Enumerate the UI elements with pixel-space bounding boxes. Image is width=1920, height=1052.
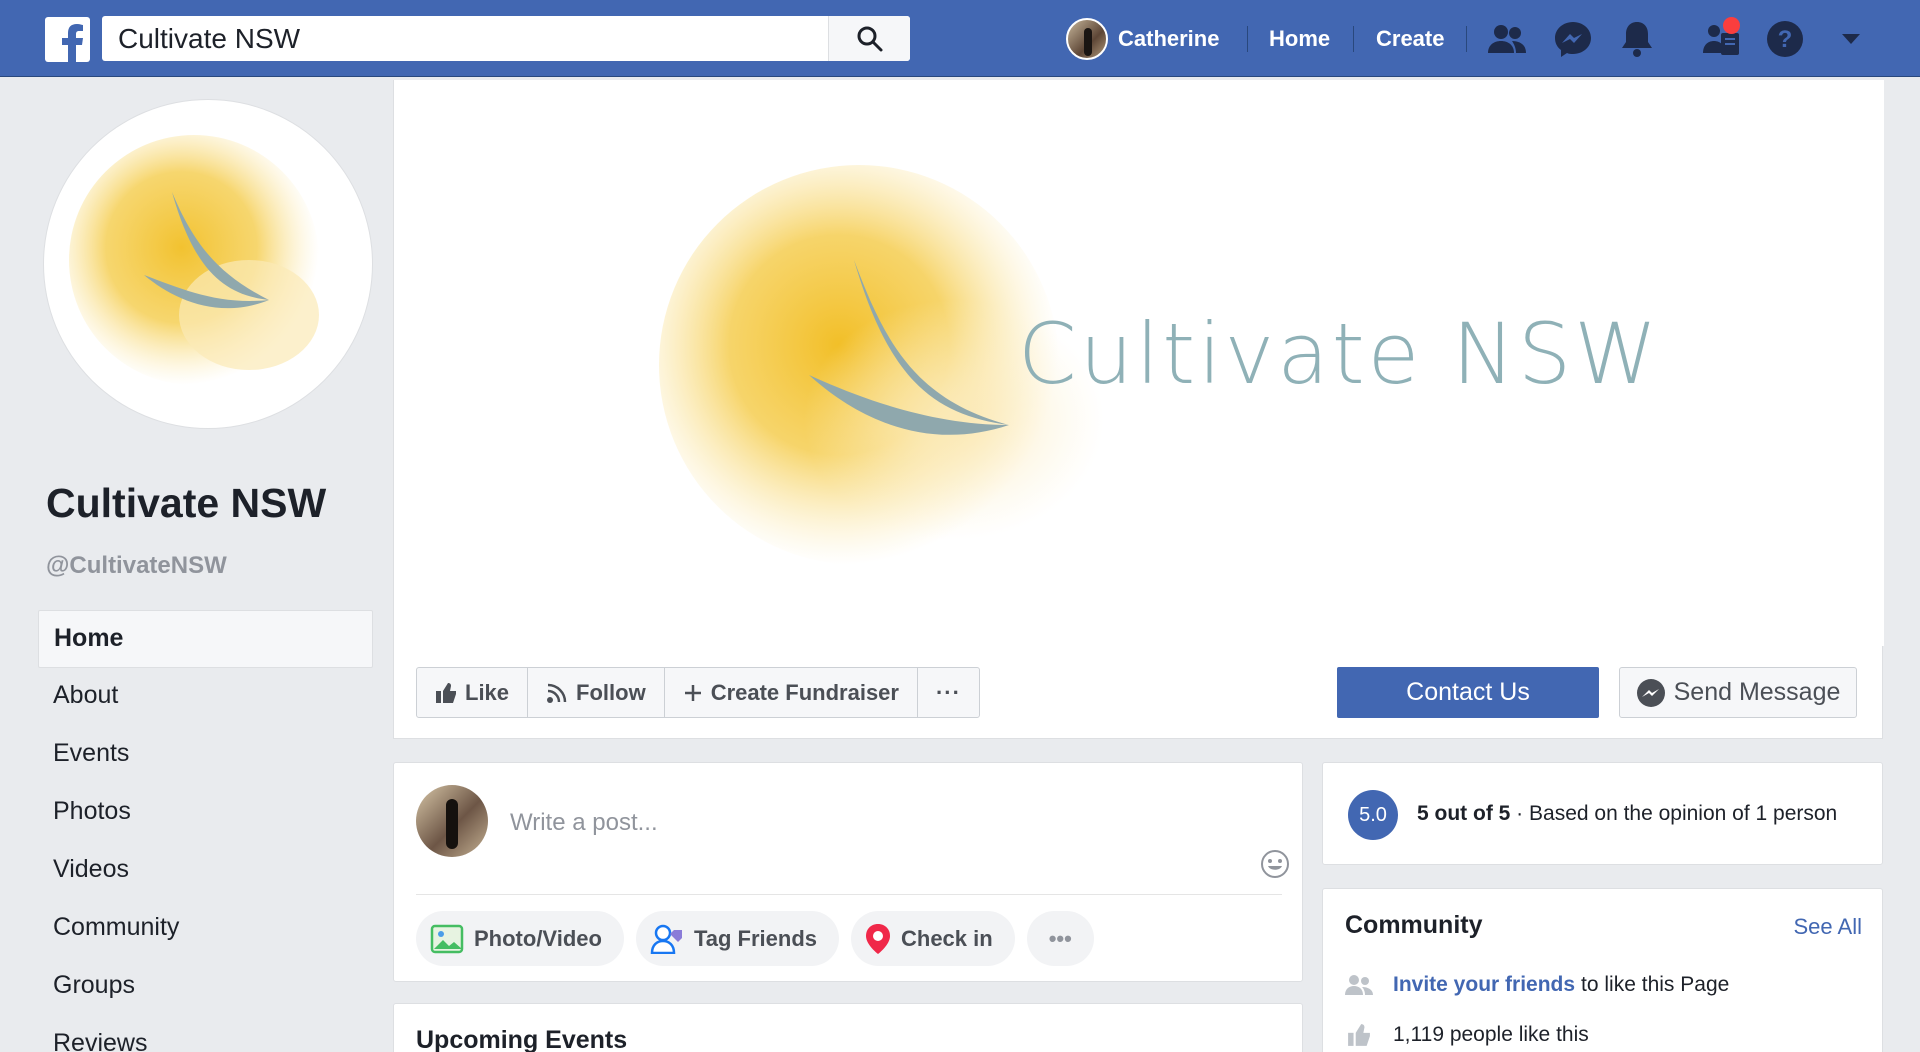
photo-video-button[interactable]: Photo/Video: [416, 911, 624, 966]
rating-text[interactable]: 5 out of 5 · Based on the opinion of 1 p…: [1417, 802, 1837, 826]
sidebar-item-photos[interactable]: Photos: [38, 784, 373, 842]
post-composer: Write a post... Photo/Video Tag Friends …: [393, 762, 1303, 982]
fundraiser-label: Create Fundraiser: [710, 679, 899, 705]
upcoming-events-title: Upcoming Events: [416, 1026, 628, 1052]
cover-title: Cultivate NSW: [1018, 305, 1661, 403]
page-sidebar-nav: Home About Events Photos Videos Communit…: [38, 610, 373, 1052]
send-message-label: Send Message: [1673, 678, 1841, 706]
search-button[interactable]: [828, 16, 910, 61]
friend-requests-icon[interactable]: [1699, 17, 1743, 61]
check-in-button[interactable]: Check in: [851, 911, 1015, 966]
page-profile-picture[interactable]: [44, 100, 372, 428]
messenger-icon[interactable]: [1551, 17, 1595, 61]
notification-badge: [1723, 17, 1740, 34]
upcoming-events-card: Upcoming Events: [393, 1003, 1303, 1052]
page-action-buttons: Like Follow Create Fundraiser ···: [416, 667, 980, 718]
follow-label: Follow: [576, 679, 646, 705]
invite-friends-link[interactable]: Invite your friends: [1393, 973, 1575, 997]
composer-actions: Photo/Video Tag Friends Check in •••: [416, 911, 1106, 966]
rating-summary: 5 out of 5: [1417, 802, 1511, 825]
tag-friends-icon: [650, 924, 682, 954]
svg-text:?: ?: [1778, 26, 1793, 53]
profile-link[interactable]: Catherine: [1066, 16, 1219, 62]
rating-detail: · Based on the opinion of 1 person: [1510, 802, 1838, 825]
avatar: [416, 785, 488, 857]
like-button[interactable]: Like: [417, 668, 529, 717]
composer-more-button[interactable]: •••: [1026, 911, 1094, 966]
send-message-button[interactable]: Send Message: [1619, 667, 1857, 718]
sidebar-item-groups[interactable]: Groups: [38, 958, 373, 1016]
nav-home-link[interactable]: Home: [1269, 0, 1330, 77]
top-navigation-bar: Cultivate NSW Catherine Home Create ?: [0, 0, 1920, 77]
sidebar-item-reviews[interactable]: Reviews: [38, 1016, 373, 1052]
likes-count-text: 1,119 people like this: [1393, 1023, 1589, 1046]
page-handle[interactable]: @CultivateNSW: [46, 552, 227, 580]
photo-video-label: Photo/Video: [474, 925, 602, 951]
messenger-icon: [1636, 678, 1665, 707]
emoji-icon[interactable]: [1260, 849, 1290, 884]
create-fundraiser-button[interactable]: Create Fundraiser: [665, 668, 918, 717]
see-all-link[interactable]: See All: [1794, 914, 1863, 940]
thumbs-up-icon: [1348, 1024, 1370, 1046]
notifications-icon[interactable]: [1615, 17, 1659, 61]
location-pin-icon: [866, 923, 890, 954]
friends-icon[interactable]: [1485, 17, 1529, 61]
community-title: Community: [1345, 911, 1483, 939]
sidebar-item-videos[interactable]: Videos: [38, 842, 373, 900]
help-icon[interactable]: ?: [1763, 17, 1807, 61]
invite-friends-icon: [1345, 975, 1373, 995]
invite-friends-row: Invite your friends to like this Page: [1345, 973, 1729, 997]
more-actions-button[interactable]: ···: [918, 668, 979, 717]
like-label: Like: [465, 679, 510, 705]
caret-down-icon[interactable]: [1829, 17, 1873, 61]
sidebar-item-events[interactable]: Events: [38, 726, 373, 784]
nav-create-link[interactable]: Create: [1376, 0, 1444, 77]
search-icon: [857, 26, 882, 51]
sidebar-item-home[interactable]: Home: [38, 610, 373, 668]
tag-friends-label: Tag Friends: [693, 925, 817, 951]
nav-divider: [1353, 26, 1354, 52]
check-in-label: Check in: [901, 925, 993, 951]
rss-icon: [547, 683, 567, 703]
search-input[interactable]: Cultivate NSW: [118, 16, 300, 61]
nav-divider: [1466, 26, 1467, 52]
community-card: Community See All Invite your friends to…: [1322, 888, 1883, 1052]
follow-button[interactable]: Follow: [528, 668, 665, 717]
avatar: [1066, 18, 1108, 60]
invite-friends-text: to like this Page: [1581, 973, 1730, 996]
rating-card: 5.0 5 out of 5 · Based on the opinion of…: [1322, 762, 1883, 865]
more-actions-label: ···: [935, 679, 961, 705]
plus-icon: [684, 684, 701, 701]
write-post-input[interactable]: Write a post...: [510, 809, 658, 837]
contact-us-button[interactable]: Contact Us: [1337, 667, 1599, 718]
rating-score-badge: 5.0: [1348, 790, 1398, 840]
photo-icon: [430, 924, 464, 953]
profile-name: Catherine: [1118, 26, 1220, 51]
sidebar-item-about[interactable]: About: [38, 668, 373, 726]
cover-photo[interactable]: Cultivate NSW: [394, 80, 1884, 646]
cover-card: Cultivate NSW Like Follow Create Fundrai…: [393, 80, 1884, 739]
divider: [416, 894, 1282, 895]
sidebar-item-community[interactable]: Community: [38, 900, 373, 958]
tag-friends-button[interactable]: Tag Friends: [635, 911, 839, 966]
likes-count-row: 1,119 people like this: [1345, 1023, 1589, 1047]
thumbs-up-icon: [436, 682, 456, 703]
page-title: Cultivate NSW: [46, 480, 327, 526]
search-bar[interactable]: Cultivate NSW: [102, 16, 910, 61]
facebook-logo-icon[interactable]: [45, 17, 90, 62]
nav-divider: [1247, 26, 1248, 52]
composer-more-label: •••: [1048, 925, 1072, 951]
